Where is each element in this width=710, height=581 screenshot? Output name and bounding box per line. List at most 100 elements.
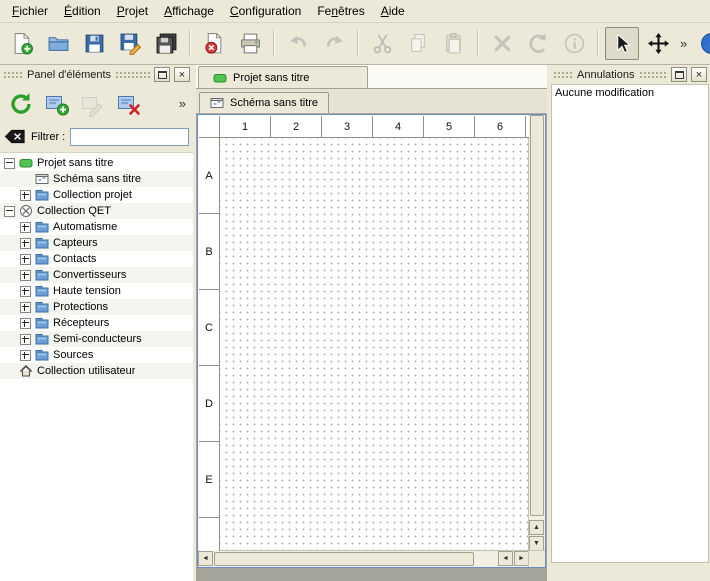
- tree-expander[interactable]: [20, 238, 31, 249]
- delete-element-button[interactable]: [113, 88, 144, 119]
- float-panel-button[interactable]: [154, 67, 170, 82]
- main-toolbar: »»: [0, 23, 710, 65]
- row-header-a: A: [199, 138, 219, 214]
- scroll-right-button[interactable]: [514, 551, 529, 566]
- horizontal-scrollbar[interactable]: [198, 550, 529, 567]
- tree-item-recepteurs[interactable]: Récepteurs: [0, 315, 193, 331]
- tree-item-collection-projet[interactable]: Collection projet: [0, 187, 193, 203]
- dock-grip[interactable]: [115, 71, 150, 78]
- rotate-icon: [527, 32, 550, 55]
- panel-overflow-button[interactable]: »: [179, 96, 188, 111]
- tree-item-convertisseurs[interactable]: Convertisseurs: [0, 267, 193, 283]
- move-tool-button[interactable]: [641, 27, 675, 60]
- vertical-scrollbar[interactable]: [528, 115, 545, 551]
- schema-canvas[interactable]: [220, 138, 529, 551]
- close-file-button[interactable]: [197, 27, 231, 60]
- tree-item-semi-conducteurs[interactable]: Semi-conducteurs: [0, 331, 193, 347]
- save-all-button[interactable]: [149, 27, 183, 60]
- refresh-icon: [8, 91, 34, 117]
- tree-expander[interactable]: [4, 206, 15, 217]
- undo-panel-title: Annulations: [577, 69, 635, 81]
- scroll-left-button[interactable]: [198, 551, 213, 566]
- folder-icon: [35, 300, 49, 314]
- menu-fenetres[interactable]: Fenêtres: [309, 0, 372, 22]
- tree-item-label: Semi-conducteurs: [53, 333, 142, 345]
- tree-expander[interactable]: [20, 318, 31, 329]
- undo-empty-text: Aucune modification: [555, 87, 705, 99]
- tab-project[interactable]: Projet sans titre: [198, 66, 368, 88]
- undo-panel-titlebar[interactable]: Annulations ×: [550, 65, 710, 83]
- menu-configuration[interactable]: Configuration: [222, 0, 309, 22]
- scroll-down-button[interactable]: [529, 536, 544, 551]
- toolbar-overflow-button[interactable]: »: [677, 36, 690, 51]
- tree-expander[interactable]: [20, 222, 31, 233]
- row-header-d: D: [199, 366, 219, 442]
- tree-item-schema-sans-titre[interactable]: Schéma sans titre: [0, 171, 193, 187]
- dock-grip[interactable]: [639, 71, 668, 78]
- scroll-left-button-alt[interactable]: [498, 551, 513, 566]
- tree-expander[interactable]: [20, 302, 31, 313]
- elements-panel-title: Panel d'éléments: [27, 69, 111, 81]
- paste-button: [437, 27, 471, 60]
- delete-button: [485, 27, 519, 60]
- dock-grip[interactable]: [553, 71, 573, 78]
- tree-item-collection-utilisateur[interactable]: Collection utilisateur: [0, 363, 193, 379]
- home-icon: [19, 364, 33, 378]
- tree-item-protections[interactable]: Protections: [0, 299, 193, 315]
- tree-item-sources[interactable]: Sources: [0, 347, 193, 363]
- close-panel-button[interactable]: ×: [174, 67, 190, 82]
- tree-item-projet-sans-titre[interactable]: Projet sans titre: [0, 155, 193, 171]
- float-undo-panel-button[interactable]: [671, 67, 687, 82]
- cut-icon: [371, 32, 394, 55]
- tree-item-collection-qet[interactable]: Collection QET: [0, 203, 193, 219]
- about-qet-button[interactable]: [694, 27, 710, 60]
- folder-icon: [35, 236, 49, 250]
- tree-expander[interactable]: [20, 286, 31, 297]
- folder-icon: [35, 316, 49, 330]
- close-undo-panel-button[interactable]: ×: [691, 67, 707, 82]
- hscroll-thumb[interactable]: [214, 552, 474, 566]
- menu-affichage[interactable]: Affichage: [156, 0, 222, 22]
- info-small-icon: [563, 32, 586, 55]
- reload-collections-button[interactable]: [5, 88, 36, 119]
- tree-expander[interactable]: [20, 270, 31, 281]
- info-blue-icon: [700, 32, 710, 55]
- diagram-content[interactable]: 123456 ABCDE: [198, 115, 529, 551]
- menu-fichier[interactable]: Fichier: [4, 0, 56, 22]
- grid-corner: [199, 116, 220, 138]
- menu-aide[interactable]: Aide: [373, 0, 413, 22]
- tree-item-automatisme[interactable]: Automatisme: [0, 219, 193, 235]
- tree-item-label: Convertisseurs: [53, 269, 126, 281]
- elements-panel-titlebar[interactable]: Panel d'éléments ×: [0, 65, 193, 83]
- toolbar-separator: [597, 30, 599, 57]
- menu-edition[interactable]: Édition: [56, 0, 109, 22]
- filter-input[interactable]: [70, 128, 189, 146]
- tree-expander[interactable]: [20, 254, 31, 265]
- print-button[interactable]: [233, 27, 267, 60]
- save-button[interactable]: [77, 27, 111, 60]
- select-tool-button[interactable]: [605, 27, 639, 60]
- vscroll-thumb[interactable]: [530, 115, 544, 516]
- open-project-button[interactable]: [41, 27, 75, 60]
- tree-item-haute-tension[interactable]: Haute tension: [0, 283, 193, 299]
- new-element-button[interactable]: [41, 88, 72, 119]
- tree-expander[interactable]: [20, 350, 31, 361]
- copy-icon: [407, 32, 430, 55]
- project-icon: [213, 71, 227, 85]
- scroll-up-button[interactable]: [529, 520, 544, 535]
- save-as-button[interactable]: [113, 27, 147, 60]
- new-document-button[interactable]: [5, 27, 39, 60]
- tree-expander[interactable]: [20, 190, 31, 201]
- tree-item-contacts[interactable]: Contacts: [0, 251, 193, 267]
- clear-filter-button[interactable]: [4, 129, 26, 144]
- column-header-6: 6: [475, 116, 526, 137]
- tree-item-capteurs[interactable]: Capteurs: [0, 235, 193, 251]
- undo-history-list[interactable]: Aucune modification: [551, 84, 709, 563]
- tree-expander[interactable]: [4, 158, 15, 169]
- menu-projet[interactable]: Projet: [109, 0, 156, 22]
- save-all-icon: [155, 32, 178, 55]
- tab-schema[interactable]: Schéma sans titre: [199, 92, 329, 113]
- dock-grip[interactable]: [3, 71, 23, 78]
- tree-expander[interactable]: [20, 334, 31, 345]
- copy-button: [401, 27, 435, 60]
